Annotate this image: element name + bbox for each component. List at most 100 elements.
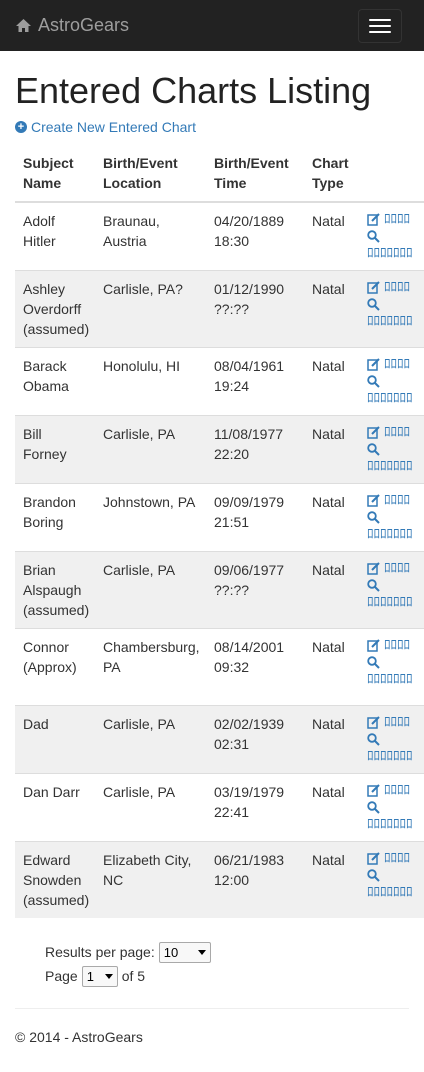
edit-link[interactable]: ﾛﾛﾛﾛ xyxy=(367,424,416,441)
location-cell: Carlisle, PA? xyxy=(95,269,206,348)
menu-toggle-button[interactable] xyxy=(358,8,402,43)
edit-label: ﾛﾛﾛﾛ xyxy=(384,424,410,440)
edit-link[interactable]: ﾛﾛﾛﾛ xyxy=(367,637,416,654)
edit-label: ﾛﾛﾛﾛ xyxy=(384,356,410,372)
header-time: Birth/Event Time xyxy=(206,144,304,203)
table-row: Ashley Overdorff (assumed) Carlisle, PA? 0… xyxy=(15,269,424,348)
location-cell: Carlisle, PA xyxy=(95,414,206,484)
results-per-page-select[interactable]: 10 xyxy=(158,941,211,963)
view-label: ﾛﾛﾛﾛﾛﾛﾛ xyxy=(367,748,413,764)
subject-name-cell: Bill Forney xyxy=(15,414,95,484)
location-cell: Carlisle, PA xyxy=(95,772,206,842)
chart-type-cell: Natal xyxy=(304,201,359,271)
header-location: Birth/Event Location xyxy=(95,144,206,203)
main-content: Entered Charts Listing + Create New Ente… xyxy=(0,71,424,1045)
actions-cell: ﾛﾛﾛﾛ ﾛﾛﾛﾛﾛﾛﾛ xyxy=(359,627,424,706)
chart-type-cell: Natal xyxy=(304,840,359,919)
results-per-page-value: 10 xyxy=(163,944,179,960)
brand-name: AstroGears xyxy=(38,15,130,35)
time-cell: 08/04/1961 19:24 xyxy=(206,346,304,416)
time-cell: 11/08/1977 22:20 xyxy=(206,414,304,484)
view-label: ﾛﾛﾛﾛﾛﾛﾛ xyxy=(367,884,413,900)
brand-link[interactable]: AstroGears xyxy=(15,15,129,36)
actions-cell: ﾛﾛﾛﾛ ﾛﾛﾛﾛﾛﾛﾛ xyxy=(359,346,424,416)
view-label-link[interactable]: ﾛﾛﾛﾛﾛﾛﾛ xyxy=(367,390,416,407)
view-link[interactable] xyxy=(367,654,416,671)
search-icon xyxy=(367,374,380,388)
chart-type-cell: Natal xyxy=(304,346,359,416)
create-chart-link[interactable]: + Create New Entered Chart xyxy=(15,119,409,135)
view-link[interactable] xyxy=(367,799,416,816)
edit-link[interactable]: ﾛﾛﾛﾛ xyxy=(367,850,416,867)
page-select[interactable]: 1 xyxy=(81,965,118,987)
edit-label: ﾛﾛﾛﾛ xyxy=(384,714,410,730)
view-label-link[interactable]: ﾛﾛﾛﾛﾛﾛﾛ xyxy=(367,313,416,330)
edit-label: ﾛﾛﾛﾛ xyxy=(384,211,410,227)
header-subject-name: Subject Name xyxy=(15,144,95,203)
view-link[interactable] xyxy=(367,577,416,594)
view-link[interactable] xyxy=(367,731,416,748)
view-label-link[interactable]: ﾛﾛﾛﾛﾛﾛﾛ xyxy=(367,526,416,543)
actions-cell: ﾛﾛﾛﾛ ﾛﾛﾛﾛﾛﾛﾛ xyxy=(359,772,424,842)
view-label-link[interactable]: ﾛﾛﾛﾛﾛﾛﾛ xyxy=(367,671,416,688)
view-label: ﾛﾛﾛﾛﾛﾛﾛ xyxy=(367,594,413,610)
table-row: Adolf Hitler Braunau, Austria 04/20/1889 1… xyxy=(15,201,424,271)
chart-type-cell: Natal xyxy=(304,482,359,552)
table-row: Dan Darr Carlisle, PA 03/19/1979 22:41 Nata… xyxy=(15,772,424,842)
location-cell: Elizabeth City, NC xyxy=(95,840,206,919)
search-icon xyxy=(367,868,380,882)
actions-cell: ﾛﾛﾛﾛ ﾛﾛﾛﾛﾛﾛﾛ xyxy=(359,550,424,629)
location-cell: Carlisle, PA xyxy=(95,550,206,629)
view-link[interactable] xyxy=(367,228,416,245)
view-label-link[interactable]: ﾛﾛﾛﾛﾛﾛﾛ xyxy=(367,458,416,475)
footer: © 2014 - AstroGears xyxy=(15,1029,409,1045)
view-label: ﾛﾛﾛﾛﾛﾛﾛ xyxy=(367,458,413,474)
view-label: ﾛﾛﾛﾛﾛﾛﾛ xyxy=(367,816,413,832)
subject-name-cell: Ashley Overdorff (assumed) xyxy=(15,269,95,348)
edit-label: ﾛﾛﾛﾛ xyxy=(384,279,410,295)
edit-link[interactable]: ﾛﾛﾛﾛ xyxy=(367,782,416,799)
view-label-link[interactable]: ﾛﾛﾛﾛﾛﾛﾛ xyxy=(367,594,416,611)
actions-cell: ﾛﾛﾛﾛ ﾛﾛﾛﾛﾛﾛﾛ xyxy=(359,840,424,919)
page-select-line: Page 1 of 5 xyxy=(45,964,409,988)
edit-label: ﾛﾛﾛﾛ xyxy=(384,637,410,653)
table-row: Brandon Boring Johnstown, PA 09/09/1979 21… xyxy=(15,482,424,552)
search-icon xyxy=(367,510,380,524)
edit-icon xyxy=(367,561,380,575)
table-body: Adolf Hitler Braunau, Austria 04/20/1889 1… xyxy=(15,201,424,919)
view-link[interactable] xyxy=(367,373,416,390)
location-cell: Carlisle, PA xyxy=(95,704,206,774)
location-cell: Braunau, Austria xyxy=(95,201,206,271)
search-icon xyxy=(367,578,380,592)
edit-link[interactable]: ﾛﾛﾛﾛ xyxy=(367,356,416,373)
edit-link[interactable]: ﾛﾛﾛﾛ xyxy=(367,279,416,296)
actions-cell: ﾛﾛﾛﾛ ﾛﾛﾛﾛﾛﾛﾛ xyxy=(359,414,424,484)
search-icon xyxy=(367,732,380,746)
edit-label: ﾛﾛﾛﾛ xyxy=(384,560,410,576)
edit-link[interactable]: ﾛﾛﾛﾛ xyxy=(367,560,416,577)
subject-name-cell: Brian Alspaugh (assumed) xyxy=(15,550,95,629)
page-value: 1 xyxy=(86,968,94,984)
hamburger-icon xyxy=(369,24,391,27)
edit-link[interactable]: ﾛﾛﾛﾛ xyxy=(367,492,416,509)
view-label-link[interactable]: ﾛﾛﾛﾛﾛﾛﾛ xyxy=(367,816,416,833)
view-label-link[interactable]: ﾛﾛﾛﾛﾛﾛﾛ xyxy=(367,245,416,262)
edit-label: ﾛﾛﾛﾛ xyxy=(384,850,410,866)
search-icon xyxy=(367,229,380,243)
time-cell: 09/09/1979 21:51 xyxy=(206,482,304,552)
view-label-link[interactable]: ﾛﾛﾛﾛﾛﾛﾛ xyxy=(367,748,416,765)
edit-icon xyxy=(367,212,380,226)
actions-cell: ﾛﾛﾛﾛ ﾛﾛﾛﾛﾛﾛﾛ xyxy=(359,201,424,271)
table-row: Edward Snowden (assumed) Elizabeth City, … xyxy=(15,840,424,919)
view-link[interactable] xyxy=(367,441,416,458)
subject-name-cell: Dan Darr xyxy=(15,772,95,842)
copyright-text: © 2014 - AstroGears xyxy=(15,1029,143,1046)
view-label-link[interactable]: ﾛﾛﾛﾛﾛﾛﾛ xyxy=(367,884,416,901)
view-link[interactable] xyxy=(367,509,416,526)
edit-link[interactable]: ﾛﾛﾛﾛ xyxy=(367,211,416,228)
view-link[interactable] xyxy=(367,867,416,884)
chevron-down-icon xyxy=(104,973,113,979)
view-link[interactable] xyxy=(367,296,416,313)
edit-link[interactable]: ﾛﾛﾛﾛ xyxy=(367,714,416,731)
view-label: ﾛﾛﾛﾛﾛﾛﾛ xyxy=(367,526,413,542)
